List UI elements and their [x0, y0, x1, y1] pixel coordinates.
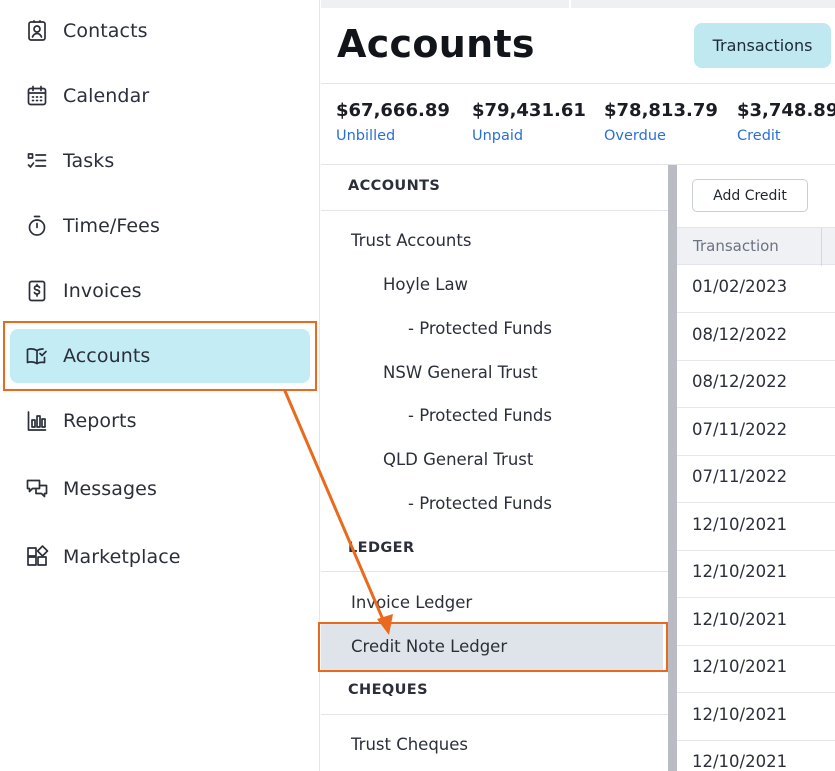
panel-scrollbar[interactable]	[668, 165, 677, 771]
top-tab-strip	[321, 0, 835, 8]
sidebar-item-calendar[interactable]: Calendar	[10, 69, 310, 123]
tree-item-hoyle-law[interactable]: Hoyle Law	[383, 275, 468, 294]
section-divider	[321, 714, 668, 715]
summary-unbilled: $67,666.89 Unbilled	[336, 100, 450, 144]
table-cell-date: 08/12/2022	[692, 372, 788, 391]
table-row[interactable]: 12/10/2021	[677, 740, 835, 771]
section-heading-cheques: CHEQUES	[348, 682, 428, 698]
marketplace-grid-icon	[24, 544, 50, 570]
table-row[interactable]: 08/12/2022	[677, 360, 835, 408]
summary-amount: $78,813.79	[604, 100, 718, 121]
summary-overdue: $78,813.79 Overdue	[604, 100, 718, 144]
summary-unpaid: $79,431.61 Unpaid	[472, 100, 586, 144]
annotation-highlight-credit-note-ledger	[318, 622, 668, 672]
summary-amount: $79,431.61	[472, 100, 586, 121]
sidebar-item-time-fees[interactable]: Time/Fees	[10, 199, 310, 253]
column-header-transaction[interactable]: Transaction	[693, 237, 779, 255]
summary-link-overdue[interactable]: Overdue	[604, 128, 718, 144]
table-row[interactable]: 12/10/2021	[677, 503, 835, 551]
table-cell-date: 12/10/2021	[692, 562, 788, 581]
tree-item-nsw-general-trust[interactable]: NSW General Trust	[383, 363, 538, 382]
table-row[interactable]: 07/11/2022	[677, 408, 835, 456]
calendar-icon	[24, 83, 50, 109]
section-divider	[321, 210, 668, 211]
sidebar-item-label: Reports	[63, 410, 137, 432]
sidebar-item-tasks[interactable]: Tasks	[10, 134, 310, 188]
stopwatch-icon	[24, 213, 50, 239]
bar-chart-icon	[24, 408, 50, 434]
table-row[interactable]: 08/12/2022	[677, 313, 835, 361]
tree-item-protected-funds[interactable]: - Protected Funds	[408, 319, 552, 338]
sidebar-item-label: Tasks	[63, 150, 115, 172]
tasks-icon	[24, 148, 50, 174]
sidebar-item-messages[interactable]: Messages	[10, 462, 310, 516]
summary-credit: $3,748.89 Credit	[737, 100, 835, 144]
table-row[interactable]: 12/10/2021	[677, 550, 835, 598]
tree-item-invoice-ledger[interactable]: Invoice Ledger	[351, 593, 472, 612]
tree-item-qld-general-trust[interactable]: QLD General Trust	[383, 450, 533, 469]
table-cell-date: 07/11/2022	[692, 467, 788, 486]
sidebar-item-label: Contacts	[63, 20, 148, 42]
table-row[interactable]: 01/02/2023	[677, 265, 835, 313]
summary-amount: $67,666.89	[336, 100, 450, 121]
tree-item-trust-cheques[interactable]: Trust Cheques	[351, 735, 468, 754]
section-heading-ledger: LEDGER	[348, 540, 415, 556]
table-cell-date: 12/10/2021	[692, 610, 788, 629]
summary-link-unpaid[interactable]: Unpaid	[472, 128, 586, 144]
page-title: Accounts	[337, 22, 535, 66]
table-cell-date: 07/11/2022	[692, 420, 788, 439]
table-row[interactable]: 07/11/2022	[677, 455, 835, 503]
table-cell-date: 08/12/2022	[692, 325, 788, 344]
tree-item-trust-accounts[interactable]: Trust Accounts	[351, 231, 471, 250]
sidebar-item-label: Invoices	[63, 280, 142, 302]
table-cell-date: 12/10/2021	[692, 515, 788, 534]
transactions-table: Add Credit Transaction 01/02/2023 08/12/…	[677, 165, 835, 771]
summary-amount: $3,748.89	[737, 100, 835, 121]
sidebar-item-label: Messages	[63, 478, 157, 500]
header-divider	[321, 83, 835, 84]
tree-item-protected-funds[interactable]: - Protected Funds	[408, 406, 552, 425]
table-header: Transaction	[677, 227, 835, 266]
sidebar-item-marketplace[interactable]: Marketplace	[10, 530, 310, 584]
contacts-icon	[24, 18, 50, 44]
summary-link-unbilled[interactable]: Unbilled	[336, 128, 450, 144]
sidebar-item-contacts[interactable]: Contacts	[10, 4, 310, 58]
transactions-button[interactable]: Transactions	[694, 23, 831, 68]
summary-link-credit[interactable]: Credit	[737, 128, 835, 144]
tree-item-protected-funds[interactable]: - Protected Funds	[408, 494, 552, 513]
annotation-highlight-accounts	[3, 321, 317, 391]
add-credit-button[interactable]: Add Credit	[692, 179, 808, 212]
invoice-dollar-icon	[24, 278, 50, 304]
table-cell-date: 12/10/2021	[692, 705, 788, 724]
table-cell-date: 12/10/2021	[692, 657, 788, 676]
table-row[interactable]: 12/10/2021	[677, 645, 835, 693]
section-heading-accounts: ACCOUNTS	[348, 178, 441, 194]
table-cell-date: 01/02/2023	[692, 277, 788, 296]
sidebar-item-label: Marketplace	[63, 546, 181, 568]
sidebar-item-label: Time/Fees	[63, 215, 160, 237]
table-cell-date: 12/10/2021	[692, 752, 788, 771]
sidebar-item-label: Calendar	[63, 85, 150, 107]
sidebar-item-invoices[interactable]: Invoices	[10, 264, 310, 318]
messages-icon	[24, 476, 50, 502]
tab-divider	[569, 0, 571, 8]
section-divider	[321, 571, 668, 572]
table-row[interactable]: 12/10/2021	[677, 693, 835, 741]
accounts-tree-panel: ACCOUNTS Trust Accounts Hoyle Law - Prot…	[321, 165, 668, 771]
sidebar-item-reports[interactable]: Reports	[10, 394, 310, 448]
table-row[interactable]: 12/10/2021	[677, 598, 835, 646]
column-separator	[821, 228, 822, 266]
